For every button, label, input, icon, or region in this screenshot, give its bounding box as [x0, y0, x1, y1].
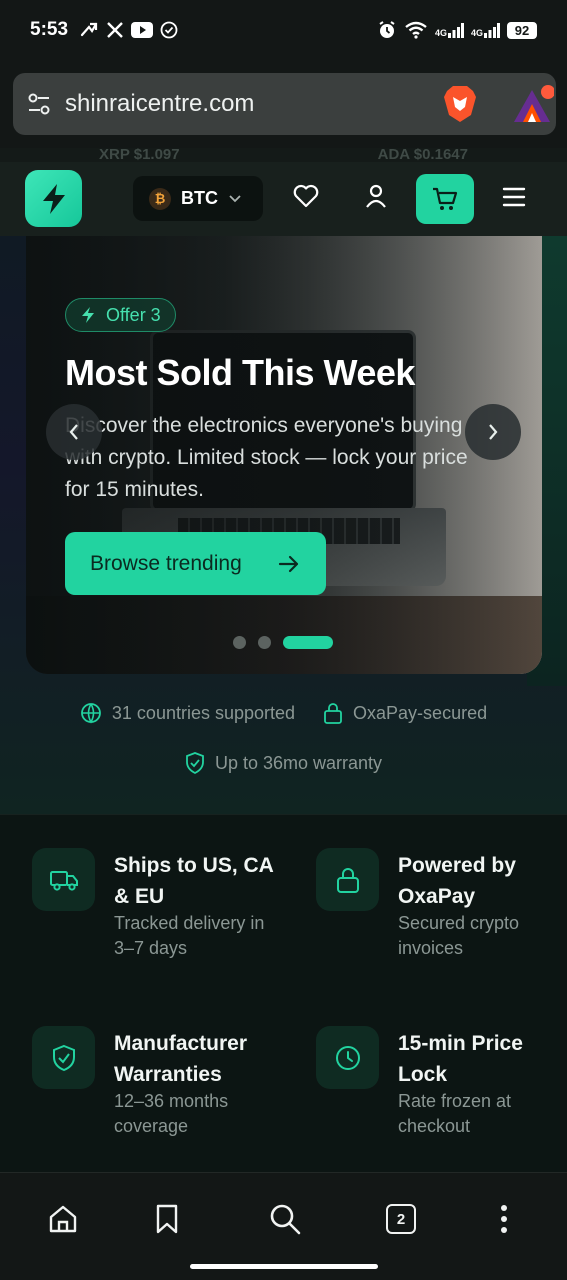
- carousel-dots: [233, 636, 333, 649]
- bookmark-button[interactable]: [147, 1199, 187, 1239]
- feature-title: Ships to US, CA & EU: [114, 854, 274, 908]
- bookmark-icon: [156, 1204, 178, 1234]
- browse-trending-button[interactable]: Browse trending: [65, 532, 326, 595]
- x-app-icon: [106, 21, 124, 39]
- carousel-dot-1[interactable]: [233, 636, 246, 649]
- trust-row-2: Up to 36mo warranty: [0, 752, 567, 774]
- offer-label: Offer 3: [106, 304, 161, 325]
- wishlist-heart-icon[interactable]: [292, 182, 320, 210]
- feature-title: 15-min Price Lock: [398, 1032, 523, 1086]
- shield-check-icon: [32, 1026, 95, 1089]
- globe-icon: [81, 703, 101, 724]
- carousel-dot-3-active[interactable]: [283, 636, 333, 649]
- clock-icon: [316, 1026, 379, 1089]
- feature-description: Secured crypto invoices: [398, 913, 520, 958]
- trust-secured-label: OxaPay-secured: [353, 702, 488, 723]
- hero-description: Discover the electronics everyone's buyi…: [65, 414, 468, 501]
- browse-trending-label: Browse trending: [90, 551, 242, 575]
- search-icon: [270, 1204, 301, 1235]
- home-icon: [49, 1205, 77, 1233]
- cart-button[interactable]: [416, 174, 474, 224]
- chevron-left-icon: [69, 424, 78, 440]
- brave-rewards-icon[interactable]: [510, 84, 554, 124]
- currency-label: BTC: [181, 188, 218, 208]
- signal-1: 4G: [435, 22, 464, 38]
- status-bar-right: 4G 4G 92: [377, 20, 537, 40]
- chevron-right-icon: [489, 424, 498, 440]
- call-forward-icon: [79, 21, 99, 39]
- battery-indicator: 92: [507, 21, 537, 39]
- chevron-down-icon: [229, 194, 241, 202]
- carousel-next-button[interactable]: [465, 404, 521, 460]
- status-time: 5:53: [30, 19, 69, 40]
- home-button[interactable]: [43, 1199, 83, 1239]
- currency-selector[interactable]: ₿ BTC: [133, 176, 263, 221]
- site-settings-icon[interactable]: [27, 92, 51, 116]
- signal-2: 4G: [471, 22, 500, 38]
- offer-badge: Offer 3: [65, 298, 176, 332]
- menu-hamburger-icon[interactable]: [501, 186, 527, 208]
- cart-icon: [433, 187, 458, 210]
- feature-title: Powered by OxaPay: [398, 854, 516, 908]
- network-type-2: 4G: [470, 28, 483, 38]
- url-text[interactable]: shinraicentre.com: [65, 90, 254, 118]
- check-circle-icon: [160, 21, 178, 39]
- feature-title: Manufacturer Warranties: [114, 1032, 248, 1086]
- wifi-icon: [404, 21, 428, 39]
- lock-icon: [316, 848, 379, 911]
- signal-icon: [484, 23, 500, 38]
- trust-countries: 31 countries supported: [80, 702, 295, 724]
- brave-shields-icon[interactable]: [443, 85, 477, 123]
- shield-check-icon: [186, 752, 204, 774]
- feature-description: 12–36 months coverage: [114, 1091, 229, 1136]
- more-vertical-icon: [501, 1205, 507, 1233]
- feature-description: Rate frozen at checkout: [398, 1091, 512, 1136]
- lightning-icon: [42, 183, 65, 214]
- alarm-icon: [377, 20, 397, 40]
- hero-title: Most Sold This Week: [65, 352, 415, 393]
- trust-countries-label: 31 countries supported: [111, 702, 296, 723]
- arrow-right-icon: [278, 555, 299, 572]
- hero-section: Offer 3 Most Sold This Week Discover the…: [0, 236, 567, 814]
- hero-carousel-slide: Offer 3 Most Sold This Week Discover the…: [26, 236, 542, 674]
- trust-row-1: 31 countries supported OxaPay-secured: [0, 702, 567, 724]
- account-user-icon[interactable]: [362, 182, 390, 210]
- status-bar-left: 5:53: [30, 19, 178, 41]
- lightning-icon: [82, 307, 94, 323]
- lock-icon: [324, 703, 342, 724]
- browser-toolbar: shinraicentre.com: [0, 60, 567, 148]
- tabs-button[interactable]: 2: [381, 1199, 421, 1239]
- trust-warranty-label: Up to 36mo warranty: [214, 752, 383, 773]
- trust-secured: OxaPay-secured: [323, 702, 487, 724]
- features-section: Ships to US, CA & EU Tracked delivery in…: [0, 814, 567, 1172]
- truck-icon: [32, 848, 95, 911]
- bitcoin-icon: ₿: [149, 187, 171, 210]
- more-menu-button[interactable]: [484, 1199, 524, 1239]
- address-bar[interactable]: shinraicentre.com: [13, 73, 556, 135]
- signal-icon: [447, 23, 464, 38]
- search-button[interactable]: [265, 1199, 305, 1239]
- site-logo[interactable]: [25, 170, 82, 227]
- ticker-item: ADA $0.1647: [377, 148, 468, 163]
- gesture-home-indicator[interactable]: [190, 1264, 378, 1269]
- network-type-1: 4G: [434, 28, 447, 38]
- carousel-prev-button[interactable]: [46, 404, 102, 460]
- trust-warranty: Up to 36mo warranty: [185, 752, 382, 774]
- ticker-item: XRP $1.097: [99, 148, 180, 163]
- site-header: ₿ BTC: [0, 162, 567, 236]
- feature-description: Tracked delivery in 3–7 days: [114, 913, 265, 958]
- tab-count: 2: [386, 1204, 416, 1234]
- carousel-dot-2[interactable]: [258, 636, 271, 649]
- status-bar: 5:53 4G 4G 92: [0, 0, 567, 60]
- youtube-icon: [131, 22, 154, 38]
